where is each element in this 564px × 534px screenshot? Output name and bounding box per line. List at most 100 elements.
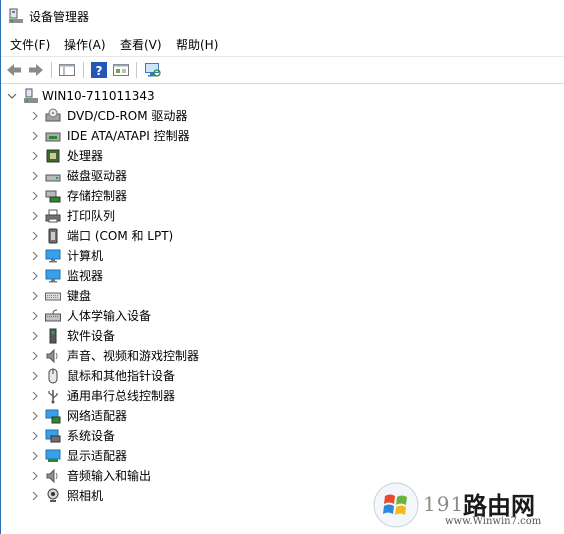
tree-item-disk[interactable]: 磁盘驱动器 — [29, 166, 309, 186]
svg-text:?: ? — [96, 64, 103, 78]
computer-icon — [45, 249, 61, 263]
category-label: 音频输入和输出 — [67, 469, 152, 483]
printer-icon — [45, 209, 61, 223]
port-icon — [48, 228, 58, 244]
tree-item-ports[interactable]: 端口 (COM 和 LPT) — [29, 226, 309, 246]
category-label: 系统设备 — [67, 429, 116, 443]
chevron-down-icon[interactable] — [6, 86, 18, 106]
tree-item-processor[interactable]: 处理器 — [29, 146, 309, 166]
network-adapter-icon — [45, 409, 61, 424]
audio-io-icon — [46, 468, 58, 484]
tree-item-mouse[interactable]: 鼠标和其他指针设备 — [29, 366, 309, 386]
category-label: 显示适配器 — [67, 449, 128, 463]
speaker-icon — [46, 348, 58, 364]
watermark-url: www.Winwin7.com — [445, 516, 542, 527]
scan-hardware-icon[interactable] — [144, 61, 162, 79]
chevron-right-icon[interactable] — [29, 446, 41, 466]
category-label: 端口 (COM 和 LPT) — [67, 229, 174, 243]
tree-item-computer[interactable]: 计算机 — [29, 246, 309, 266]
disk-drive-icon — [45, 174, 61, 182]
category-label: 通用串行总线控制器 — [67, 389, 176, 403]
toolbar: ? — [1, 56, 564, 84]
chevron-right-icon[interactable] — [29, 146, 41, 166]
show-hide-tree-icon[interactable] — [58, 61, 76, 79]
chevron-right-icon[interactable] — [29, 226, 41, 246]
tree-item-dvd[interactable]: DVD/CD-ROM 驱动器 — [29, 106, 309, 126]
device-manager-window: 设备管理器 文件(F) 操作(A) 查看(V) 帮助(H) ? WIN10-71… — [0, 0, 564, 534]
camera-icon — [47, 488, 59, 502]
tree-item-print-queue[interactable]: 打印队列 — [29, 206, 309, 226]
tree-item-hid[interactable]: 人体学输入设备 — [29, 306, 309, 326]
tree-item-system-devices[interactable]: 系统设备 — [29, 426, 309, 446]
chevron-right-icon[interactable] — [29, 126, 41, 146]
chevron-right-icon[interactable] — [29, 326, 41, 346]
forward-icon[interactable] — [27, 61, 45, 79]
chevron-right-icon[interactable] — [29, 246, 41, 266]
hid-icon — [45, 309, 61, 322]
chevron-right-icon[interactable] — [29, 486, 41, 506]
tree-item-sound[interactable]: 声音、视频和游戏控制器 — [29, 346, 309, 366]
tree-root[interactable]: WIN10-711011343 — [7, 86, 218, 106]
chevron-right-icon[interactable] — [29, 306, 41, 326]
system-device-icon — [45, 429, 61, 443]
watermark-number: 191 — [423, 492, 465, 516]
chevron-right-icon[interactable] — [29, 406, 41, 426]
properties-icon[interactable] — [112, 61, 130, 79]
tree-item-network[interactable]: 网络适配器 — [29, 406, 309, 426]
chevron-right-icon[interactable] — [29, 266, 41, 286]
usb-icon — [48, 390, 58, 404]
storage-controller-icon — [45, 190, 61, 203]
tree-item-ide[interactable]: IDE ATA/ATAPI 控制器 — [29, 126, 309, 146]
ide-controller-icon — [45, 132, 61, 142]
mouse-icon — [48, 368, 58, 384]
tree-item-storage[interactable]: 存储控制器 — [29, 186, 309, 206]
tree-item-usb[interactable]: 通用串行总线控制器 — [29, 386, 309, 406]
category-label: 照相机 — [67, 489, 104, 503]
device-manager-app-icon — [9, 8, 23, 23]
tree-item-monitor[interactable]: 监视器 — [29, 266, 309, 286]
chevron-right-icon[interactable] — [29, 366, 41, 386]
tree-item-audio-io[interactable]: 音频输入和输出 — [29, 466, 309, 486]
category-label: 软件设备 — [67, 329, 116, 343]
toolbar-separator — [51, 62, 52, 78]
category-label: 人体学输入设备 — [67, 309, 152, 323]
category-label: 声音、视频和游戏控制器 — [67, 349, 200, 363]
category-label: 计算机 — [67, 249, 104, 263]
tree-item-display-adapter[interactable]: 显示适配器 — [29, 446, 309, 466]
dvd-drive-icon — [45, 108, 61, 122]
back-icon[interactable] — [5, 61, 23, 79]
tree-item-keyboard[interactable]: 键盘 — [29, 286, 309, 306]
menu-file[interactable]: 文件(F) — [10, 36, 50, 53]
computer-root-icon — [24, 88, 38, 103]
menu-bar: 文件(F) 操作(A) 查看(V) 帮助(H) — [1, 32, 564, 54]
chevron-right-icon[interactable] — [29, 166, 41, 186]
help-icon[interactable]: ? — [90, 61, 108, 79]
menu-action[interactable]: 操作(A) — [64, 36, 106, 53]
category-label: 监视器 — [67, 269, 104, 283]
software-device-icon — [49, 328, 57, 344]
chevron-right-icon[interactable] — [29, 286, 41, 306]
chevron-right-icon[interactable] — [29, 106, 41, 126]
category-label: 网络适配器 — [67, 409, 128, 423]
chevron-right-icon[interactable] — [29, 346, 41, 366]
title-bar[interactable]: 设备管理器 — [1, 0, 564, 32]
menu-help[interactable]: 帮助(H) — [176, 36, 218, 53]
chevron-right-icon[interactable] — [29, 186, 41, 206]
monitor-icon — [45, 269, 61, 283]
tree-item-software-device[interactable]: 软件设备 — [29, 326, 309, 346]
chevron-right-icon[interactable] — [29, 206, 41, 226]
processor-icon — [46, 149, 60, 163]
toolbar-separator — [136, 62, 137, 78]
category-label: 处理器 — [67, 149, 104, 163]
category-label: 键盘 — [67, 289, 92, 303]
tree-item-camera[interactable]: 照相机 — [29, 486, 309, 506]
category-label: 磁盘驱动器 — [67, 169, 128, 183]
chevron-right-icon[interactable] — [29, 426, 41, 446]
menu-view[interactable]: 查看(V) — [120, 36, 162, 53]
category-label: 存储控制器 — [67, 189, 128, 203]
window-title: 设备管理器 — [29, 10, 90, 24]
site-watermark: 191 路由网 www.Winwin7.com — [367, 476, 563, 532]
chevron-right-icon[interactable] — [29, 466, 41, 486]
chevron-right-icon[interactable] — [29, 386, 41, 406]
windows-logo — [373, 482, 419, 528]
